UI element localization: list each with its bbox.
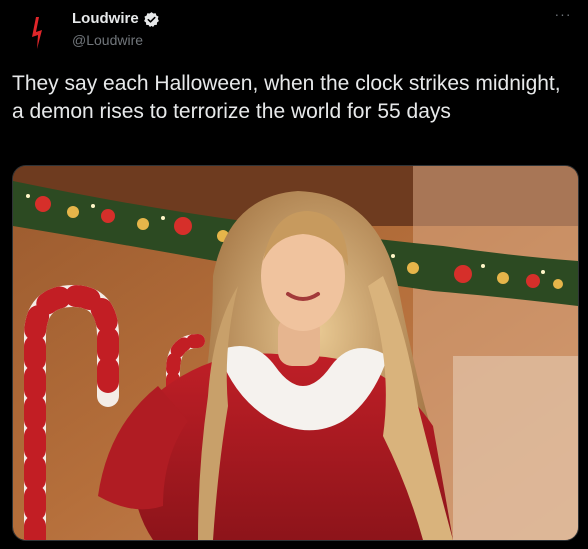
more-options-icon[interactable]: ··· [552, 6, 574, 22]
tweet-card: Loudwire @Loudwire ··· They say each Hal… [0, 0, 588, 549]
lightning-bolt-icon [14, 8, 62, 56]
tweet-text: They say each Halloween, when the clock … [12, 72, 567, 123]
author-block: Loudwire @Loudwire [72, 10, 160, 49]
handle[interactable]: @Loudwire [72, 31, 160, 49]
verified-badge-icon [143, 11, 160, 28]
tweet-image[interactable] [12, 165, 579, 541]
avatar[interactable] [14, 8, 62, 56]
name-row: Loudwire [72, 10, 160, 28]
display-name[interactable]: Loudwire [72, 10, 139, 28]
media-illustration [13, 166, 578, 540]
